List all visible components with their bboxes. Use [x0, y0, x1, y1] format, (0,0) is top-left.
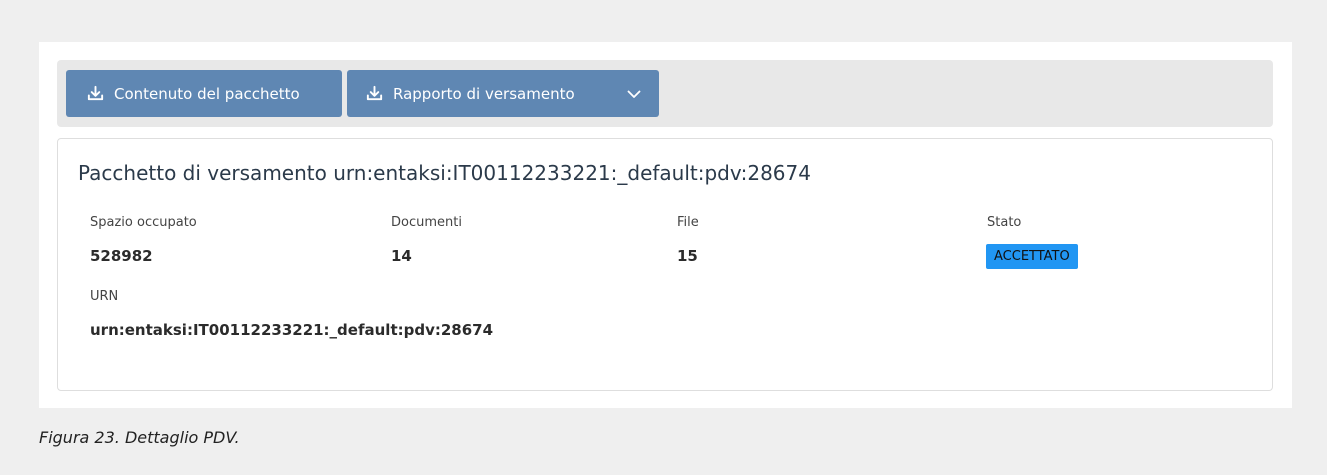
files-label: File — [677, 215, 699, 230]
content-package-button[interactable]: Contenuto del pacchetto — [66, 70, 342, 117]
deposit-report-split-button: Rapporto di versamento — [347, 70, 659, 117]
deposit-report-button[interactable]: Rapporto di versamento — [347, 70, 609, 117]
screenshot-frame: Contenuto del pacchetto Rapporto di vers… — [39, 42, 1292, 408]
chevron-down-icon — [627, 90, 641, 98]
action-toolbar: Contenuto del pacchetto Rapporto di vers… — [57, 60, 1273, 127]
download-icon — [366, 85, 383, 101]
status-badge: ACCETTATO — [986, 244, 1078, 269]
space-used-value: 528982 — [90, 247, 153, 265]
files-value: 15 — [677, 247, 698, 265]
content-package-label: Contenuto del pacchetto — [114, 84, 300, 103]
urn-value: urn:entaksi:IT00112233221:_default:pdv:2… — [90, 321, 494, 339]
space-used-label: Spazio occupato — [90, 215, 197, 230]
documents-value: 14 — [391, 247, 412, 265]
download-icon — [87, 85, 104, 101]
documents-label: Documenti — [391, 215, 462, 230]
figure-caption: Figura 23. Dettaglio PDV. — [39, 428, 240, 447]
package-title: Pacchetto di versamento urn:entaksi:IT00… — [78, 161, 811, 185]
package-detail-card: Pacchetto di versamento urn:entaksi:IT00… — [57, 138, 1273, 391]
urn-label: URN — [90, 289, 119, 304]
status-label: Stato — [987, 215, 1022, 230]
deposit-report-dropdown-toggle[interactable] — [609, 70, 659, 117]
deposit-report-label: Rapporto di versamento — [393, 84, 575, 103]
